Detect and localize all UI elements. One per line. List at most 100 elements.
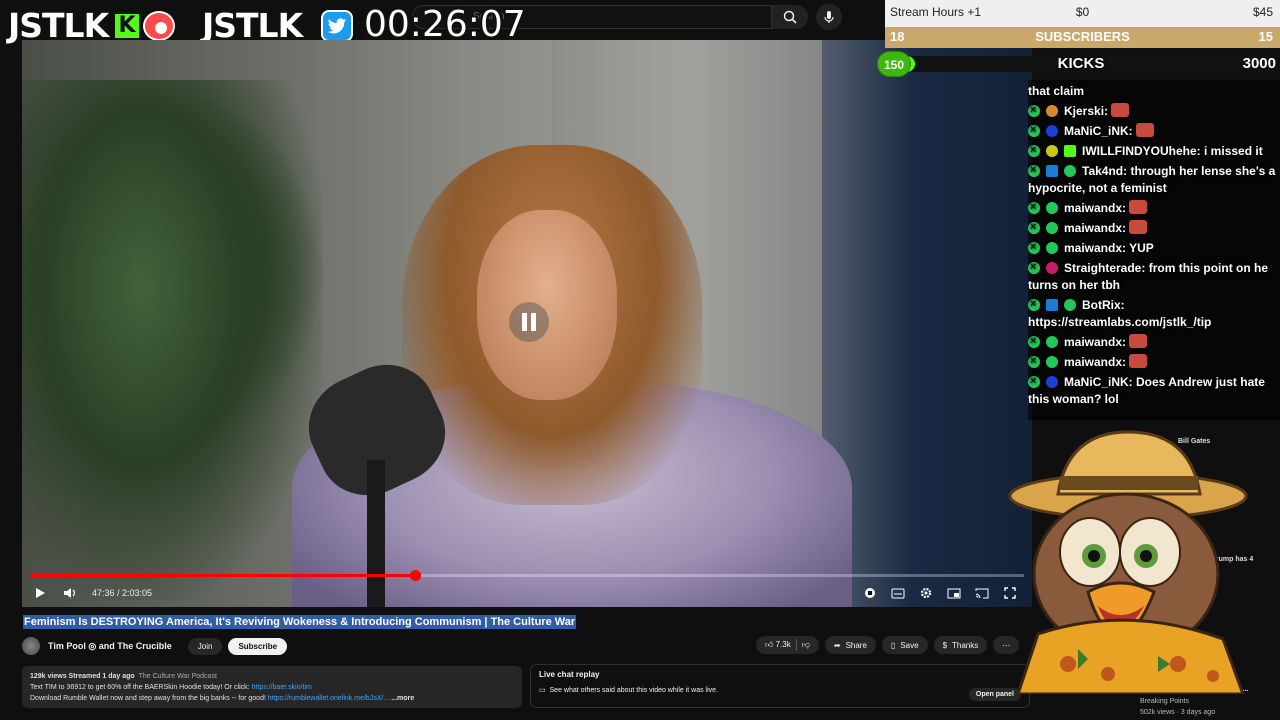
center-pause-button[interactable] bbox=[509, 302, 549, 342]
chat-message: Tak4nd: through her lense she's a hypocr… bbox=[1028, 162, 1276, 197]
play-icon bbox=[36, 588, 45, 598]
autoplay-icon bbox=[865, 588, 875, 598]
super-thanks-icon: $ bbox=[942, 640, 948, 650]
kick-badge-icon bbox=[1028, 219, 1040, 236]
thanks-button[interactable]: $ Thanks bbox=[933, 636, 988, 654]
user-badge-icon bbox=[1046, 336, 1058, 348]
kick-badge-icon bbox=[1028, 162, 1040, 179]
volume-button[interactable] bbox=[62, 585, 78, 601]
video-frame-plant bbox=[22, 80, 322, 600]
miniplayer-button[interactable] bbox=[946, 585, 962, 601]
player-controls-left: 47:36 / 2:03:05 bbox=[32, 583, 152, 603]
kick-badge-icon bbox=[1028, 239, 1040, 256]
kick-icon: K bbox=[113, 12, 141, 40]
stream-hours-current: $0 bbox=[1075, 5, 1090, 19]
chat-message: that claim bbox=[1028, 84, 1085, 98]
user-badge-icon bbox=[1046, 356, 1058, 368]
join-button[interactable]: Join bbox=[187, 637, 223, 655]
bot-badge-icon bbox=[1064, 299, 1076, 311]
description-line-1: Text TIM to 36912 to get 60% off the BAE… bbox=[30, 684, 250, 691]
stream-timer: 00:26:07 bbox=[364, 4, 526, 45]
kicks-label: KICKS bbox=[1057, 55, 1105, 72]
video-player[interactable]: 47:36 / 2:03:05 bbox=[22, 40, 1032, 607]
podcast-tag[interactable]: The Culture War Podcast bbox=[139, 673, 217, 680]
pause-icon bbox=[522, 313, 536, 331]
chat-message: Straighterade: from this point on he tur… bbox=[1028, 259, 1276, 294]
share-icon: ➦ bbox=[833, 640, 841, 650]
chat-message: Kjerski: bbox=[1028, 102, 1276, 120]
kick-badge-icon bbox=[1028, 259, 1040, 276]
stream-hours-bar: Stream Hours +1 $0 $45 bbox=[885, 0, 1280, 27]
subs-label: SUBSCRIBERS bbox=[1035, 29, 1130, 44]
subtitles-button[interactable] bbox=[890, 585, 906, 601]
thumbs-down-icon: 👎︎ bbox=[801, 640, 810, 649]
related-video-channel[interactable]: Breaking Points bbox=[1140, 698, 1240, 705]
user-badge-icon bbox=[1046, 262, 1058, 274]
description-link-1[interactable]: https://baer.skin/tim bbox=[252, 684, 312, 691]
progress-scrubber[interactable] bbox=[409, 570, 421, 581]
chat-link[interactable]: https://streamlabs.com/jstlk_/tip bbox=[1028, 315, 1211, 329]
emote-icon bbox=[1129, 354, 1148, 368]
kick-badge-icon bbox=[1028, 353, 1040, 370]
live-chat-replay-box: Live chat replay ▭ See what others said … bbox=[530, 664, 1030, 708]
dislike-button[interactable]: 👎︎ bbox=[802, 640, 810, 650]
save-button[interactable]: ▯ Save bbox=[881, 636, 928, 654]
related-video-meta: 502k views · 3 days ago bbox=[1140, 709, 1216, 716]
video-frame-mic-stand bbox=[367, 460, 385, 607]
kick-badge-icon bbox=[1028, 373, 1040, 390]
like-dislike-group: 👍︎ 7.3k 👎︎ bbox=[756, 636, 819, 654]
channel-name[interactable]: Tim Pool ◎ and The Crucible bbox=[48, 641, 172, 652]
share-button[interactable]: ➦ Share bbox=[824, 636, 876, 654]
video-frame-face bbox=[477, 210, 617, 400]
overlay-logo-twitter: JSTLK_ bbox=[202, 6, 319, 45]
twitter-icon bbox=[321, 10, 353, 42]
autoplay-toggle[interactable] bbox=[862, 585, 878, 601]
cast-button[interactable] bbox=[974, 585, 990, 601]
description-line-2: Download Rumble Wallet now and step away… bbox=[30, 695, 266, 702]
stream-hours-goal: $45 bbox=[1252, 5, 1273, 19]
miniplayer-icon bbox=[947, 588, 961, 598]
gear-icon bbox=[920, 587, 932, 599]
verified-icon: ◎ bbox=[88, 640, 97, 651]
user-badge-icon bbox=[1046, 222, 1058, 234]
progress-bar[interactable] bbox=[30, 570, 1024, 581]
subscribe-button[interactable]: Subscribe bbox=[228, 637, 288, 655]
channel-avatar[interactable] bbox=[22, 637, 40, 655]
search-icon bbox=[783, 10, 797, 24]
chat-message: maiwandx: bbox=[1028, 219, 1276, 237]
user-badge-icon bbox=[1046, 145, 1058, 157]
chat-message: IWILLFINDYOUhehe: i missed it bbox=[1028, 142, 1276, 160]
subscriber-badge-icon bbox=[1064, 145, 1076, 157]
kick-badge-icon bbox=[1028, 199, 1040, 216]
player-controls-right bbox=[862, 583, 1018, 603]
kicks-goal: 3000 bbox=[1242, 55, 1276, 72]
like-button[interactable]: 👍︎ 7.3k bbox=[765, 640, 791, 650]
overlay-logo-kick: JSTLK bbox=[8, 6, 109, 45]
user-badge-icon bbox=[1064, 165, 1076, 177]
emote-icon bbox=[1129, 334, 1148, 348]
chat-message: MaNiC_iNK: Does Andrew just hate this wo… bbox=[1028, 373, 1276, 408]
kick-badge-icon bbox=[1028, 142, 1040, 159]
show-more-button[interactable]: ...more bbox=[391, 695, 414, 702]
description-box[interactable]: 129k views Streamed 1 day ago The Cultur… bbox=[22, 666, 522, 708]
chat-message: maiwandx: bbox=[1028, 333, 1276, 351]
cast-icon bbox=[975, 588, 989, 598]
emote-icon bbox=[1111, 103, 1130, 117]
thumbs-up-icon: 👍︎ bbox=[765, 640, 774, 649]
settings-button[interactable] bbox=[918, 585, 934, 601]
emote-icon bbox=[1136, 123, 1155, 137]
video-title: Feminism Is DESTROYING America, It's Rev… bbox=[23, 615, 577, 629]
verified-badge-icon bbox=[1046, 165, 1058, 177]
bookmark-icon: ▯ bbox=[890, 640, 896, 650]
subs-goal: 15 bbox=[1258, 29, 1273, 44]
kick-badge-icon bbox=[1028, 296, 1040, 313]
description-link-2[interactable]: https://rumblewallet.onelink.me/bJsX/... bbox=[268, 695, 389, 702]
voice-search-button[interactable] bbox=[816, 4, 842, 30]
chat-message: BotRix:https://streamlabs.com/jstlk_/tip bbox=[1028, 296, 1276, 331]
progress-played bbox=[30, 574, 415, 577]
chat-message: maiwandx: bbox=[1028, 199, 1276, 217]
search-button[interactable] bbox=[772, 5, 808, 29]
play-button[interactable] bbox=[32, 585, 48, 601]
volume-icon bbox=[64, 588, 75, 598]
chat-message: maiwandx: YUP bbox=[1028, 239, 1276, 257]
